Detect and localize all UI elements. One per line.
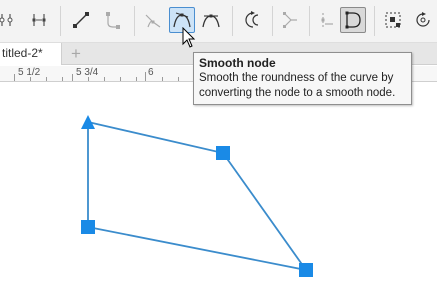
split-curve-icon: [0, 14, 13, 26]
elastic-mode-icon: [321, 13, 333, 27]
toolbar-separator: [272, 6, 273, 36]
extract-subpath-icon: [32, 14, 46, 26]
close-path-button[interactable]: [340, 7, 366, 33]
tooltip-title: Smooth node: [199, 56, 276, 70]
new-tab-button[interactable]: +: [64, 44, 88, 63]
close-curve-icon: [245, 11, 259, 28]
curve-path[interactable]: [87, 120, 309, 272]
curve-object[interactable]: [0, 82, 437, 292]
line-segment-icon: [73, 12, 89, 28]
symmetrical-node-icon: [202, 14, 220, 28]
start-node-arrow[interactable]: [81, 115, 95, 129]
snap-icon: [345, 11, 361, 29]
to-line-button[interactable]: [68, 7, 94, 33]
to-curve-button[interactable]: [100, 7, 126, 33]
node-handle[interactable]: [299, 263, 313, 277]
ruler-label: 6: [148, 67, 154, 78]
drawing-canvas[interactable]: [0, 82, 437, 292]
toolbar-separator: [60, 6, 61, 36]
property-bar: [0, 0, 437, 43]
toolbar-separator: [309, 6, 310, 36]
tooltip-body: Smooth the roundness of the curve by con…: [199, 72, 396, 99]
toolbar-separator: [232, 6, 233, 36]
extract-subpath-button[interactable]: [26, 7, 52, 33]
close-curve-button[interactable]: [314, 7, 340, 33]
document-tab[interactable]: titled-2*: [0, 43, 62, 65]
align-nodes-icon: [283, 12, 297, 28]
select-all-nodes-button[interactable]: [380, 7, 406, 33]
toolbar-separator: [134, 6, 135, 36]
reverse-direction-icon: [106, 12, 120, 29]
rotate-nodes-icon: [416, 12, 430, 27]
tooltip: Smooth node Smooth the roundness of the …: [193, 52, 412, 105]
cusp-node-button[interactable]: [140, 7, 166, 33]
toolbar-separator: [374, 6, 375, 36]
rotate-nodes-button[interactable]: [410, 7, 436, 33]
extend-curve-button[interactable]: [278, 7, 304, 33]
symmetrical-node-button[interactable]: [198, 7, 224, 33]
node-handle[interactable]: [216, 146, 230, 160]
cusp-node-icon: [145, 14, 161, 28]
mouse-pointer-icon: [182, 27, 196, 48]
select-all-nodes-icon: [385, 12, 401, 28]
node-handle[interactable]: [81, 220, 95, 234]
reverse-direction-button[interactable]: [240, 7, 266, 33]
split-curve-button[interactable]: [0, 7, 20, 33]
